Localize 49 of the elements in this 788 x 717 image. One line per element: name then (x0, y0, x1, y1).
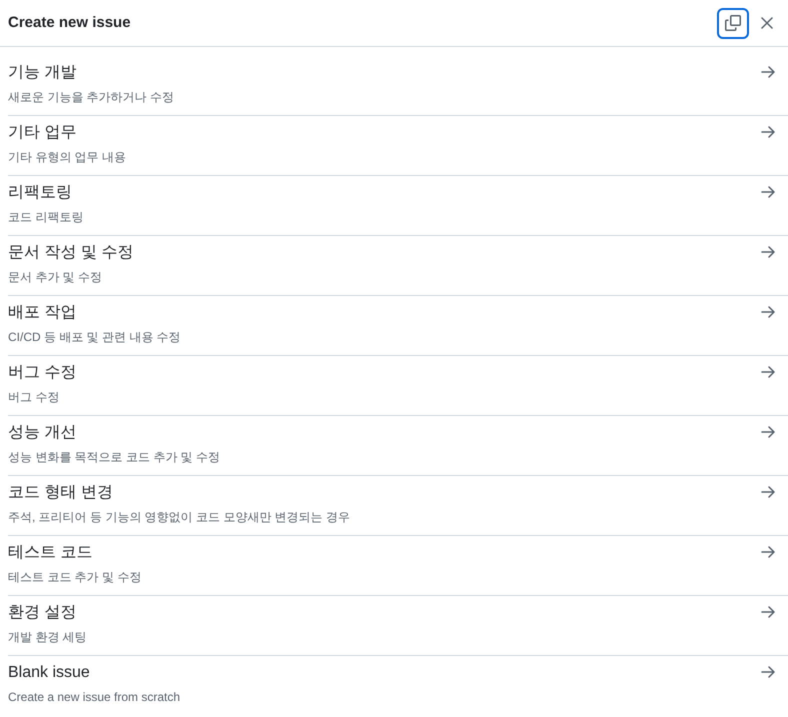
option-title: 리팩토링 (8, 183, 72, 203)
template-option[interactable]: 기능 개발 새로운 기능을 추가하거나 수정 (8, 56, 788, 116)
arrow-right-icon (761, 66, 775, 78)
template-option[interactable]: 테스트 코드 테스트 코드 추가 및 수정 (8, 536, 788, 596)
option-description: 코드 리팩토링 (8, 209, 84, 226)
option-title: 환경 설정 (8, 603, 76, 623)
copy-button[interactable] (717, 8, 749, 38)
template-option[interactable]: 코드 형태 변경 주석, 프리티어 등 기능의 영향없이 코드 모양새만 변경되는 경우 (8, 476, 788, 536)
option-title: 코드 형태 변경 (8, 483, 113, 503)
option-description: 개발 환경 세팅 (8, 629, 87, 646)
option-description: 새로운 기능을 추가하거나 수정 (8, 89, 174, 106)
template-option[interactable]: 버그 수정 버그 수정 (8, 356, 788, 416)
option-title: 성능 개선 (8, 423, 76, 443)
copy-icon (725, 15, 741, 31)
option-title: 기타 업무 (8, 123, 76, 143)
option-description: 주석, 프리티어 등 기능의 영향없이 코드 모양새만 변경되는 경우 (8, 509, 350, 526)
option-title: 테스트 코드 (8, 543, 92, 563)
template-option[interactable]: 리팩토링 코드 리팩토링 (8, 176, 788, 236)
arrow-right-icon (761, 666, 775, 678)
arrow-right-icon (761, 306, 775, 318)
option-description: 성능 변화를 목적으로 코드 추가 및 수정 (8, 449, 220, 466)
template-option[interactable]: 기타 업무 기타 유형의 업무 내용 (8, 116, 788, 176)
template-option[interactable]: 배포 작업 CI/CD 등 배포 및 관련 내용 수정 (8, 296, 788, 356)
template-option[interactable]: Blank issue Create a new issue from scratch (8, 656, 788, 716)
close-button[interactable] (760, 16, 774, 30)
close-icon (761, 17, 773, 29)
arrow-right-icon (761, 126, 775, 138)
template-option[interactable]: 환경 설정 개발 환경 세팅 (8, 596, 788, 656)
option-title: 배포 작업 (8, 303, 76, 323)
arrow-right-icon (761, 426, 775, 438)
option-description: Create a new issue from scratch (8, 689, 180, 706)
option-description: 테스트 코드 추가 및 수정 (8, 569, 142, 586)
option-title: Blank issue (8, 663, 90, 683)
arrow-right-icon (761, 486, 775, 498)
arrow-right-icon (761, 546, 775, 558)
option-description: 버그 수정 (8, 389, 60, 406)
option-description: 기타 유형의 업무 내용 (8, 149, 126, 166)
arrow-right-icon (761, 606, 775, 618)
option-description: 문서 추가 및 수정 (8, 269, 102, 286)
option-title: 기능 개발 (8, 63, 76, 83)
dialog-title: Create new issue (8, 13, 131, 33)
arrow-right-icon (761, 186, 775, 198)
template-option[interactable]: 문서 작성 및 수정 문서 추가 및 수정 (8, 236, 788, 296)
option-title: 버그 수정 (8, 363, 76, 383)
arrow-right-icon (761, 246, 775, 258)
option-title: 문서 작성 및 수정 (8, 243, 134, 263)
template-option[interactable]: 성능 개선 성능 변화를 목적으로 코드 추가 및 수정 (8, 416, 788, 476)
option-description: CI/CD 등 배포 및 관련 내용 수정 (8, 329, 181, 346)
arrow-right-icon (761, 366, 775, 378)
